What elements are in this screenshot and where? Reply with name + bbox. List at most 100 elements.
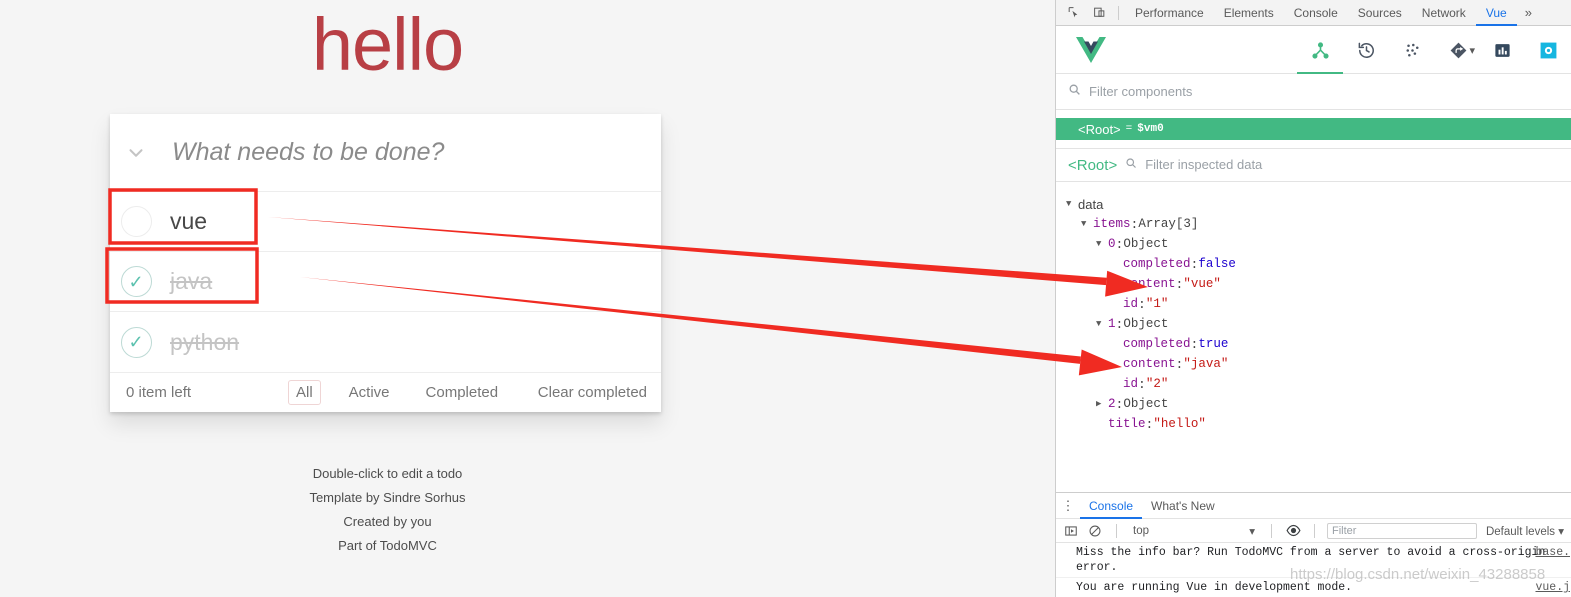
inspector-header: <Root> [1056,148,1571,182]
filter-active-link[interactable]: Active [341,380,398,405]
chevron-down-icon[interactable]: ▼ [1081,219,1093,229]
todo-info-footer: Double-click to edit a todo Template by … [0,462,775,558]
components-filter-input[interactable] [1089,84,1492,99]
todo-toggle-python[interactable]: ✓ [110,312,162,372]
toolbar-divider [1314,523,1315,538]
tab-sources[interactable]: Sources [1348,0,1412,26]
more-tabs-icon[interactable]: » [1517,5,1540,20]
component-tree-root[interactable]: <Root> = $vm0 [1056,118,1571,140]
inspector-filter-input[interactable] [1145,157,1287,172]
component-tree-icon[interactable] [1297,26,1343,74]
new-todo-input[interactable] [162,138,661,167]
inspector-row-value: true [1198,337,1229,351]
inspector-title: <Root> [1068,156,1118,174]
inspector-row-key: data [1078,196,1104,212]
vue-devtools-toolbar: ▾ [1056,26,1571,74]
info-line: Created by you [343,514,432,529]
search-icon [1068,83,1081,101]
inspect-element-icon[interactable] [1060,1,1086,25]
inspector-row[interactable]: ▼id: "1" [1066,294,1571,314]
todo-item-java[interactable]: ✓ java [110,252,661,312]
console-levels-label: Default levels [1485,525,1556,538]
console-toolbar: top ▾ Filter Default levels ▾ [1056,519,1571,543]
inspector-row[interactable]: ▼completed: false [1066,254,1571,274]
tab-network[interactable]: Network [1412,0,1476,26]
inspector-row-value: "java" [1183,357,1229,371]
time-travel-icon[interactable] [1343,26,1389,74]
inspector-row[interactable]: ▼ data [1066,194,1571,214]
inspector-row[interactable]: ▼ items: Array[3] [1066,214,1571,234]
todo-label: vue [170,208,208,234]
kebab-menu-icon[interactable]: ⋮ [1056,498,1080,514]
screenshot-root: hello vue ✓ jav [0,0,1571,597]
performance-bars-icon[interactable] [1479,26,1525,74]
browser-viewport: hello vue ✓ jav [0,0,1055,597]
inspector-row-key: content [1123,277,1176,291]
inspector-row-colon: : [1145,416,1154,432]
clear-completed-button[interactable]: Clear completed [538,384,647,401]
info-line: Double-click to edit a todo [312,466,463,481]
todo-item-vue[interactable]: vue [110,192,661,252]
tab-performance[interactable]: Performance [1125,0,1214,26]
todo-toggle-vue[interactable] [110,192,162,251]
show-console-sidebar-icon[interactable] [1062,522,1080,540]
inspector-row-key: completed [1123,337,1191,351]
console-levels-select[interactable]: Default levels ▾ [1486,524,1566,538]
console-filter-placeholder: Filter [1332,524,1357,537]
filter-completed[interactable]: Completed [418,384,507,401]
filter-all[interactable]: All [288,380,321,405]
inspector-row[interactable]: ▼content: "vue" [1066,274,1571,294]
inspector-row-key: 1 [1108,317,1116,331]
filter-all-link[interactable]: All [288,380,321,405]
inspector-row-colon: : [1138,376,1146,392]
inspector-row[interactable]: ▶ 2: Object [1066,394,1571,414]
chevron-down-icon[interactable] [110,114,162,191]
inspector-row[interactable]: ▼ 0: Object [1066,234,1571,254]
settings-gear-icon[interactable] [1525,26,1571,74]
component-root-eq: = [1125,123,1133,135]
chevron-right-icon[interactable]: ▶ [1096,399,1108,409]
inspector-row[interactable]: ▼content: "java" [1066,354,1571,374]
todo-toggle-java[interactable]: ✓ [110,252,162,311]
tab-console[interactable]: Console [1284,0,1348,26]
tab-elements[interactable]: Elements [1214,0,1284,26]
console-filter-input[interactable]: Filter [1327,522,1477,539]
routing-diamond-icon[interactable] [1435,26,1481,74]
tab-vue[interactable]: Vue [1476,0,1517,26]
inspector-row-colon: : [1115,316,1124,332]
inspector-row-value: "2" [1145,377,1169,391]
drawer-tab-whats-new[interactable]: What's New [1142,493,1224,519]
filter-active[interactable]: Active [341,384,398,401]
drawer-tab-console[interactable]: Console [1080,493,1142,519]
chevron-down-icon[interactable]: ▼ [1096,319,1108,329]
filter-completed-link[interactable]: Completed [418,380,507,405]
chevron-down-icon[interactable]: ▼ [1066,199,1078,209]
device-toolbar-icon[interactable] [1086,1,1112,25]
inspector-row-colon: : [1130,216,1139,232]
todo-label: java [170,268,213,294]
inspector-row-value: "vue" [1183,277,1221,291]
chevron-down-icon[interactable]: ▼ [1096,239,1108,249]
console-context-value: top [1133,524,1149,537]
chevron-down-icon: ▾ [1249,525,1255,538]
live-expression-icon[interactable] [1284,522,1302,540]
vuex-dots-icon[interactable] [1389,26,1435,74]
inspector-row[interactable]: ▼title: "hello" [1066,414,1571,434]
todo-count: 0 item left [126,384,192,401]
todo-item-python[interactable]: ✓ python [110,312,661,372]
inspector-row[interactable]: ▼ 1: Object [1066,314,1571,334]
inspector-row[interactable]: ▼completed: true [1066,334,1571,354]
inspector-row-key: completed [1123,257,1191,271]
console-message-source[interactable]: base. [1535,545,1570,560]
todoapp: vue ✓ java ✓ python 0 item left [110,114,661,420]
inspector-row-colon: : [1115,236,1124,252]
tree-spacer: ▼ [1111,339,1123,349]
console-drawer-tabs: ⋮ Console What's New [1056,493,1571,519]
inspector-row[interactable]: ▼id: "2" [1066,374,1571,394]
inspector-row-key: 2 [1108,397,1116,411]
console-message-text: Miss the info bar? Run TodoMVC from a se… [1076,546,1546,574]
console-message-source[interactable]: vue.j [1535,580,1570,595]
console-context-select[interactable]: top ▾ [1129,524,1259,538]
todo-label: python [170,328,240,355]
clear-console-icon[interactable] [1086,522,1104,540]
